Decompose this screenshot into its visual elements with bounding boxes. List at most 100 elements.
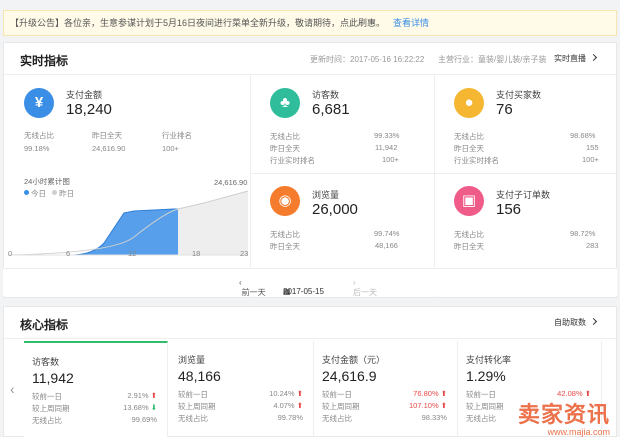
stat-header: 无线占比 bbox=[24, 131, 54, 140]
stat-key: 无线占比 bbox=[270, 132, 300, 141]
next-day-button[interactable]: 后一天 › bbox=[353, 278, 377, 297]
x-tick: 0 bbox=[8, 249, 13, 258]
row-key: 无线占比 bbox=[466, 414, 496, 423]
row-key: 较前一日 bbox=[322, 390, 352, 399]
x-tick: 12 bbox=[128, 249, 137, 258]
row-key: 较上周同期 bbox=[32, 404, 70, 413]
prev-day-button[interactable]: ‹ 前一天 bbox=[239, 278, 266, 297]
divider bbox=[250, 173, 618, 174]
live-button-label: 实时直播 bbox=[554, 54, 586, 63]
metric-label: 支付金额 bbox=[66, 90, 103, 100]
stat-value: 99.18% bbox=[24, 144, 50, 153]
row-key: 较上周同期 bbox=[466, 402, 504, 411]
arrow-up-icon: ⬆ bbox=[296, 389, 303, 398]
today-area bbox=[8, 209, 178, 255]
date-navigation: ‹ 前一天 ▦ 2017-05-15 后一天 › bbox=[3, 268, 617, 297]
row-value: 4.07% ⬆ bbox=[273, 401, 303, 410]
stat-value: 99.74% bbox=[374, 229, 400, 238]
row-value: 76.80% ⬆ bbox=[413, 389, 447, 398]
card-row: 无线占比 99.78% bbox=[178, 413, 303, 424]
row-value: 13.68% ⬇ bbox=[123, 403, 157, 412]
card-label: 支付金额（元） bbox=[322, 355, 386, 365]
stat-key: 无线占比 bbox=[270, 230, 300, 239]
custom-query-button[interactable]: 自助取数 bbox=[554, 317, 598, 328]
yen-icon: ¥ bbox=[24, 88, 54, 118]
stat-key: 昨日全天 bbox=[454, 242, 484, 251]
chevron-right-icon bbox=[589, 53, 598, 62]
update-time: 更新时间：2017-05-16 16:22:22 bbox=[310, 55, 425, 64]
card-value: 48,166 bbox=[178, 368, 221, 384]
card-row: 较前一日 10.24% ⬆ bbox=[178, 389, 303, 400]
stat-key: 昨日全天 bbox=[270, 242, 300, 251]
core-title: 核心指标 bbox=[20, 318, 69, 332]
stat-key: 无线占比 bbox=[454, 230, 484, 239]
row-key: 较前一日 bbox=[466, 390, 496, 399]
metric-value: 18,240 bbox=[66, 101, 112, 118]
arrow-up-icon: ⬆ bbox=[440, 389, 447, 398]
stat-key: 昨日全天 bbox=[454, 144, 484, 153]
stat-value: 100+ bbox=[162, 144, 179, 153]
live-button[interactable]: 实时直播 bbox=[554, 53, 598, 64]
notice-text: 【升级公告】各位亲，生意参谋计划于5月16日夜间进行菜单全新升级，敬请期待，点此… bbox=[10, 18, 386, 28]
carousel-prev-button[interactable]: ‹ bbox=[10, 381, 15, 397]
watermark-url: www.majia.com bbox=[547, 427, 610, 437]
arrow-up-icon: ⬆ bbox=[296, 401, 303, 410]
card-label: 访客数 bbox=[32, 357, 60, 367]
row-value: 99.69% bbox=[131, 415, 157, 424]
metric-value: 26,000 bbox=[312, 201, 358, 218]
user-icon: ● bbox=[454, 88, 484, 118]
metric-label: 浏览量 bbox=[312, 190, 340, 200]
stat-key: 行业实时排名 bbox=[270, 156, 315, 165]
row-key: 较前一日 bbox=[178, 390, 208, 399]
core-header: 核心指标 自助取数 bbox=[4, 307, 616, 339]
arrow-up-icon: ⬆ bbox=[150, 391, 157, 400]
eye-icon: ◉ bbox=[270, 186, 300, 216]
core-card-pageviews[interactable]: 浏览量 48,166 较前一日 10.24% ⬆ 较上周同期 4.07% ⬆ 无线占… bbox=[170, 341, 314, 437]
row-value: 99.78% bbox=[277, 413, 303, 422]
core-card-visitors[interactable]: 访客数 11,942 较前一日 2.91% ⬆ 较上周同期 13.68% ⬇ 无线占… bbox=[24, 341, 168, 437]
footprint-icon: ♣ bbox=[270, 88, 300, 118]
realtime-title: 实时指标 bbox=[20, 54, 69, 68]
card-value: 11,942 bbox=[32, 370, 74, 386]
notice-details-link[interactable]: 查看详情 bbox=[393, 18, 429, 28]
row-key: 无线占比 bbox=[32, 416, 62, 425]
realtime-panel: 实时指标 更新时间：2017-05-16 16:22:22 主营行业：童装/婴儿… bbox=[3, 42, 618, 299]
stat-key: 无线占比 bbox=[454, 132, 484, 141]
stat-header: 行业排名 bbox=[162, 131, 192, 140]
stat-value: 98.72% bbox=[570, 229, 596, 238]
x-tick: 18 bbox=[192, 249, 201, 258]
prev-day-label: 前一天 bbox=[241, 288, 266, 297]
stat-value: 100+ bbox=[582, 155, 599, 164]
core-card-pay-amount[interactable]: 支付金额（元） 24,616.9 较前一日 76.80% ⬆ 较上周同期 107.1… bbox=[314, 341, 458, 437]
stat-value: 283 bbox=[586, 241, 599, 250]
metric-value: 76 bbox=[496, 101, 513, 118]
stat-value: 24,616.90 bbox=[92, 144, 126, 153]
order-icon: ▣ bbox=[454, 186, 484, 216]
card-row: 较前一日 2.91% ⬆ bbox=[32, 391, 157, 402]
divider bbox=[250, 75, 251, 299]
stat-value: 98.68% bbox=[570, 131, 596, 140]
card-row: 无线占比 98.33% bbox=[322, 413, 447, 424]
metric-label: 支付买家数 bbox=[496, 90, 542, 100]
stat-key: 昨日全天 bbox=[270, 144, 300, 153]
row-key: 无线占比 bbox=[322, 414, 352, 423]
card-row: 较上周同期 13.68% ⬇ bbox=[32, 403, 157, 414]
upgrade-notice: 【升级公告】各位亲，生意参谋计划于5月16日夜间进行菜单全新升级，敬请期待，点此… bbox=[3, 10, 617, 36]
row-key: 较上周同期 bbox=[322, 402, 360, 411]
stat-header: 昨日全天 bbox=[92, 131, 122, 140]
row-key: 较上周同期 bbox=[178, 402, 216, 411]
stat-value: 48,166 bbox=[375, 241, 398, 250]
metric-label: 支付子订单数 bbox=[496, 190, 551, 200]
custom-query-label: 自助取数 bbox=[554, 318, 586, 327]
stat-value: 100+ bbox=[382, 155, 399, 164]
industry-label: 主营行业：童装/婴儿装/亲子装 bbox=[438, 55, 547, 64]
row-value: 10.24% ⬆ bbox=[269, 389, 303, 398]
row-key: 无线占比 bbox=[178, 414, 208, 423]
divider bbox=[434, 75, 435, 299]
realtime-header: 实时指标 更新时间：2017-05-16 16:22:22 主营行业：童装/婴儿… bbox=[4, 43, 616, 75]
metric-label: 访客数 bbox=[312, 90, 340, 100]
card-row: 较前一日 76.80% ⬆ bbox=[322, 389, 447, 400]
card-row: 较上周同期 4.07% ⬆ bbox=[178, 401, 303, 412]
stat-value: 155 bbox=[586, 143, 599, 152]
x-tick: 23 bbox=[240, 249, 249, 258]
